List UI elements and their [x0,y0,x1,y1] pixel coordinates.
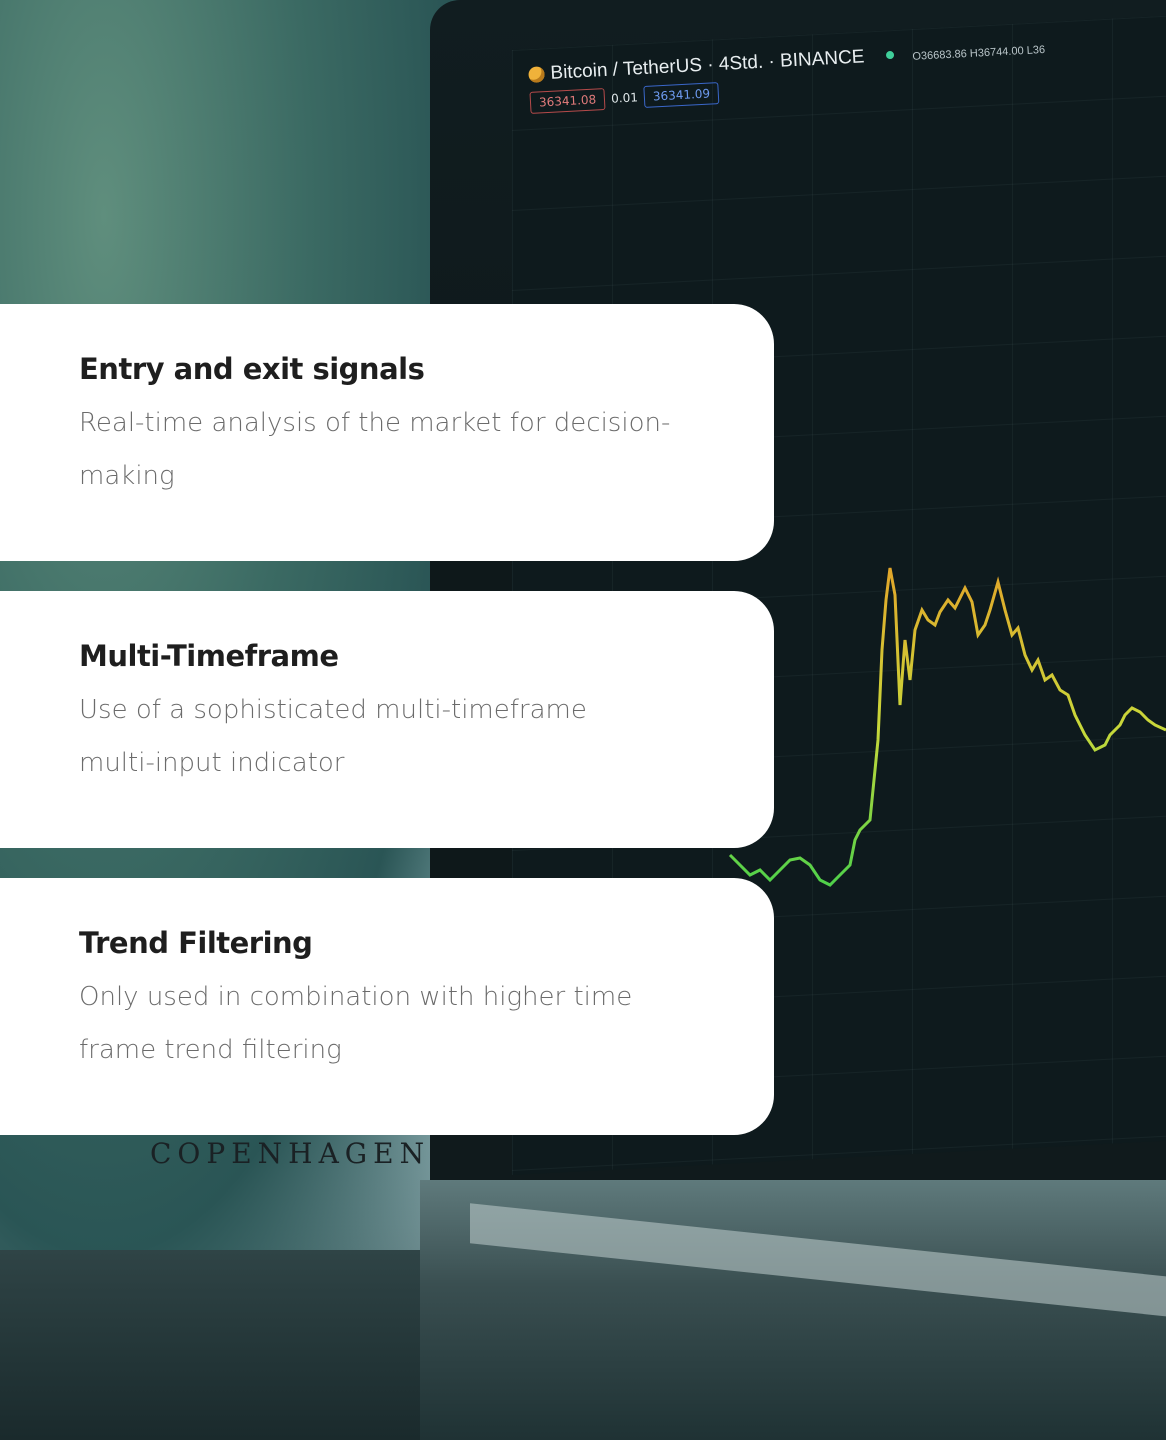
desk-surface [0,1250,460,1440]
feature-card-trend-filtering: Trend Filtering Only used in combination… [0,878,774,1135]
ohlc-readout: O36683.86 H36744.00 L36 [912,43,1046,63]
feature-card-entry-exit: Entry and exit signals Real-time analysi… [0,304,774,561]
feature-description: Real-time analysis of the market for dec… [79,408,671,491]
spread-value: 0.01 [610,90,639,106]
status-dot-icon [886,50,895,60]
feature-title: Trend Filtering [79,926,313,960]
feature-card-multi-timeframe: Multi-Timeframe Use of a sophisticated m… [0,591,774,848]
wall-sign: COPENHAGEN [150,1137,431,1170]
feature-description: Use of a sophisticated multi-timeframe m… [79,695,587,778]
price-series-line [728,567,1166,887]
feature-title: Entry and exit signals [79,352,425,386]
feature-description: Only used in combination with higher tim… [79,982,633,1065]
bitcoin-icon [528,66,545,83]
ask-price: 36341.09 [643,82,720,108]
feature-title: Multi-Timeframe [79,639,339,673]
bid-price: 36341.08 [529,88,606,114]
